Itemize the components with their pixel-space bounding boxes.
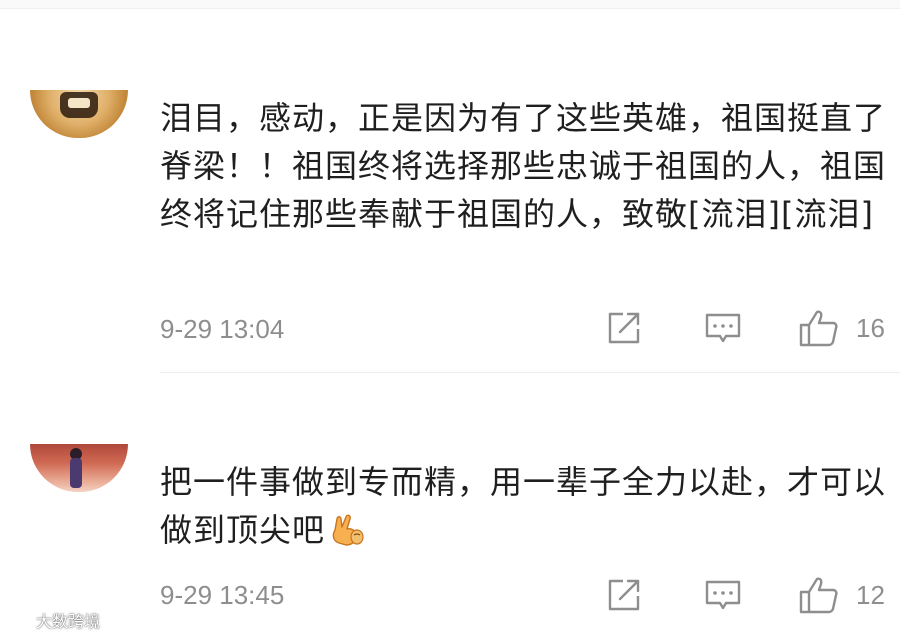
share-icon — [608, 579, 640, 611]
comment-divider — [160, 372, 900, 373]
like-button[interactable]: 12 — [798, 575, 885, 615]
share-button[interactable] — [606, 310, 642, 346]
top-separator — [0, 0, 900, 9]
comment-text: 把一件事做到专而精，用一辈子全力以赴，才可以做到顶尖吧 — [160, 458, 890, 554]
user-avatar-icon[interactable] — [30, 90, 128, 138]
comment-text-content: 把一件事做到专而精，用一辈子全力以赴，才可以做到顶尖吧 — [160, 463, 887, 549]
share-icon — [608, 312, 640, 344]
share-button[interactable] — [606, 577, 642, 613]
comment-timestamp: 9-29 13:04 — [160, 314, 285, 344]
comment-icon — [705, 580, 741, 610]
like-button[interactable]: 16 — [798, 308, 885, 348]
thumbs-up-icon — [799, 310, 838, 347]
like-count: 12 — [856, 579, 885, 610]
victory-hand-emoji-icon — [332, 514, 364, 546]
reply-button[interactable] — [704, 312, 742, 346]
watermark-logo-icon — [5, 613, 29, 627]
reply-button[interactable] — [704, 579, 742, 613]
avatar-graphic-detail — [68, 98, 90, 108]
like-count: 16 — [856, 312, 885, 343]
user-avatar-icon[interactable] — [30, 444, 128, 492]
watermark: 大数跨境 — [4, 606, 100, 634]
comment-timestamp: 9-29 13:45 — [160, 580, 285, 610]
comment-text: 泪目，感动，正是因为有了这些英雄，祖国挺直了脊梁！！祖国终将选择那些忠诚于祖国的… — [160, 99, 887, 233]
avatar-graphic-detail — [70, 458, 82, 488]
watermark-text: 大数跨境 — [36, 612, 101, 631]
thumbs-up-icon — [799, 577, 838, 614]
comment-icon — [705, 313, 741, 343]
